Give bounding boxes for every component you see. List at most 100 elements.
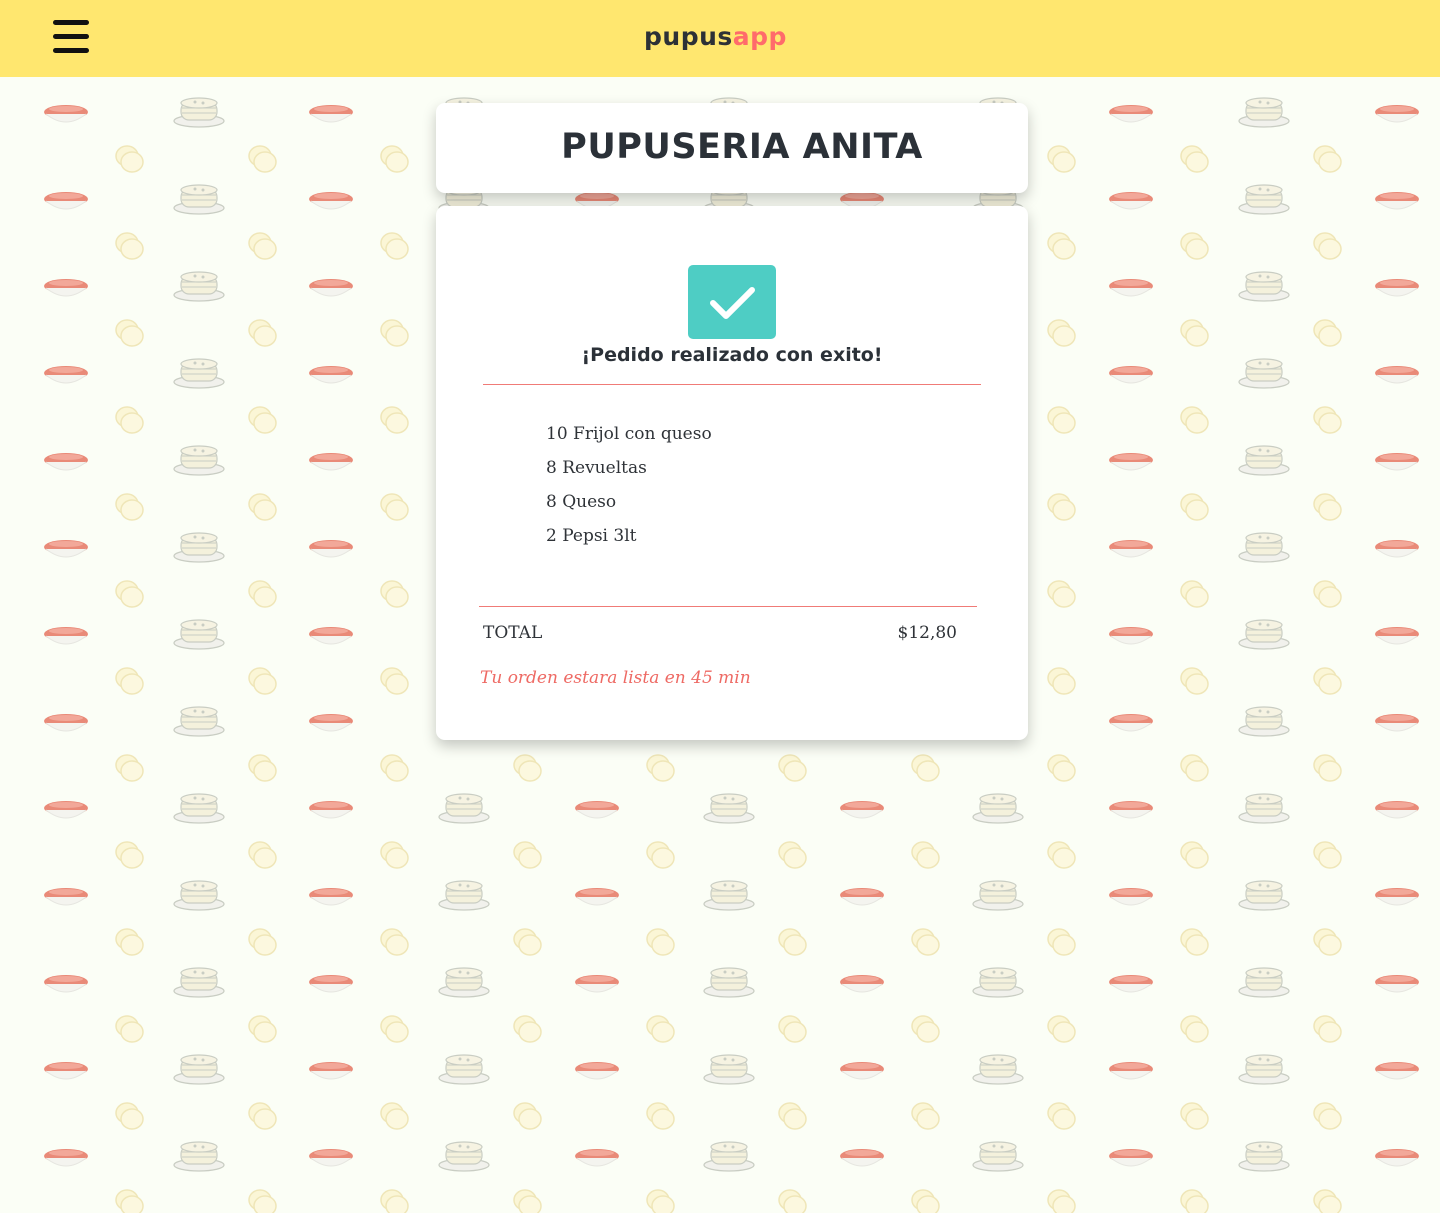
- pupusa-coin-icon: [1310, 838, 1344, 872]
- restaurant-name: PUPUSERIA ANITA: [561, 127, 923, 167]
- pupusa-coin-icon: [377, 1099, 411, 1133]
- soup-bowl-icon: [1107, 187, 1155, 211]
- soup-bowl-icon: [1107, 274, 1155, 298]
- pupusa-coin-icon: [377, 1012, 411, 1046]
- soup-bowl-icon: [42, 622, 90, 646]
- pupusa-plate-icon: [1238, 181, 1290, 215]
- soup-bowl-icon: [1107, 970, 1155, 994]
- soup-bowl-icon: [42, 970, 90, 994]
- pupusa-coin-icon: [377, 1186, 411, 1213]
- pupusa-coin-icon: [510, 925, 544, 959]
- soup-bowl-icon: [1107, 709, 1155, 733]
- list-item: 2 Pepsi 3lt: [546, 526, 637, 546]
- pupusa-coin-icon: [775, 1186, 809, 1213]
- soup-bowl-icon: [307, 883, 355, 907]
- soup-bowl-icon: [1373, 970, 1421, 994]
- soup-bowl-icon: [307, 448, 355, 472]
- pupusa-coin-icon: [1177, 142, 1211, 176]
- pupusa-coin-icon: [377, 577, 411, 611]
- pupusa-coin-icon: [510, 1012, 544, 1046]
- soup-bowl-icon: [1107, 361, 1155, 385]
- pupusa-plate-icon: [173, 790, 225, 824]
- pupusa-plate-icon: [972, 1051, 1024, 1085]
- soup-bowl-icon: [42, 796, 90, 820]
- soup-bowl-icon: [1107, 1144, 1155, 1168]
- divider: [483, 384, 981, 385]
- pupusa-coin-icon: [1044, 1012, 1078, 1046]
- pupusa-coin-icon: [510, 838, 544, 872]
- pupusa-coin-icon: [112, 838, 146, 872]
- pupusa-coin-icon: [112, 1186, 146, 1213]
- pupusa-coin-icon: [1177, 751, 1211, 785]
- pupusa-coin-icon: [1177, 1099, 1211, 1133]
- total-value: $12,80: [897, 623, 957, 643]
- pupusa-coin-icon: [1177, 316, 1211, 350]
- app-header: pupusapp: [0, 0, 1440, 77]
- pupusa-coin-icon: [245, 577, 279, 611]
- soup-bowl-icon: [1373, 883, 1421, 907]
- pupusa-coin-icon: [1177, 925, 1211, 959]
- pupusa-coin-icon: [1044, 577, 1078, 611]
- pupusa-coin-icon: [643, 1186, 677, 1213]
- soup-bowl-icon: [1373, 100, 1421, 124]
- pupusa-coin-icon: [1310, 403, 1344, 437]
- order-success-message: ¡Pedido realizado con exito!: [581, 344, 883, 366]
- pupusa-coin-icon: [1310, 316, 1344, 350]
- pupusa-coin-icon: [643, 838, 677, 872]
- pupusa-plate-icon: [438, 1051, 490, 1085]
- pupusa-coin-icon: [1044, 490, 1078, 524]
- pupusa-coin-icon: [245, 229, 279, 263]
- pupusa-coin-icon: [775, 751, 809, 785]
- soup-bowl-icon: [1107, 622, 1155, 646]
- pupusa-coin-icon: [1310, 925, 1344, 959]
- pupusa-coin-icon: [1177, 1012, 1211, 1046]
- soup-bowl-icon: [573, 1144, 621, 1168]
- soup-bowl-icon: [307, 970, 355, 994]
- pupusa-plate-icon: [1238, 616, 1290, 650]
- pupusa-coin-icon: [377, 664, 411, 698]
- pupusa-coin-icon: [245, 403, 279, 437]
- pupusa-plate-icon: [1238, 268, 1290, 302]
- pupusa-coin-icon: [112, 1012, 146, 1046]
- pupusa-plate-icon: [1238, 964, 1290, 998]
- soup-bowl-icon: [1373, 709, 1421, 733]
- pupusa-coin-icon: [908, 751, 942, 785]
- pupusa-plate-icon: [703, 1138, 755, 1172]
- soup-bowl-icon: [838, 796, 886, 820]
- pupusa-plate-icon: [173, 94, 225, 128]
- pupusa-coin-icon: [510, 751, 544, 785]
- pupusa-coin-icon: [1177, 838, 1211, 872]
- pupusa-coin-icon: [1310, 664, 1344, 698]
- pupusa-plate-icon: [173, 703, 225, 737]
- soup-bowl-icon: [307, 187, 355, 211]
- list-item: 8 Revueltas: [546, 458, 647, 478]
- pupusa-plate-icon: [1238, 94, 1290, 128]
- soup-bowl-icon: [573, 1057, 621, 1081]
- pupusa-coin-icon: [1177, 490, 1211, 524]
- pupusa-coin-icon: [377, 316, 411, 350]
- soup-bowl-icon: [42, 535, 90, 559]
- soup-bowl-icon: [307, 1144, 355, 1168]
- soup-bowl-icon: [307, 622, 355, 646]
- soup-bowl-icon: [838, 1144, 886, 1168]
- pupusa-coin-icon: [1177, 229, 1211, 263]
- soup-bowl-icon: [1107, 1057, 1155, 1081]
- app-logo[interactable]: pupusapp: [644, 20, 787, 54]
- pupusa-coin-icon: [1044, 664, 1078, 698]
- soup-bowl-icon: [307, 361, 355, 385]
- pupusa-plate-icon: [972, 790, 1024, 824]
- pupusa-coin-icon: [245, 838, 279, 872]
- soup-bowl-icon: [1373, 361, 1421, 385]
- soup-bowl-icon: [1373, 187, 1421, 211]
- restaurant-title-card: PUPUSERIA ANITA: [436, 103, 1028, 193]
- soup-bowl-icon: [573, 796, 621, 820]
- pupusa-coin-icon: [245, 1099, 279, 1133]
- soup-bowl-icon: [42, 709, 90, 733]
- pupusa-coin-icon: [775, 925, 809, 959]
- pupusa-coin-icon: [1044, 1099, 1078, 1133]
- pupusa-coin-icon: [1044, 1186, 1078, 1213]
- soup-bowl-icon: [42, 187, 90, 211]
- soup-bowl-icon: [1373, 274, 1421, 298]
- pupusa-coin-icon: [908, 1099, 942, 1133]
- hamburger-menu-icon[interactable]: [53, 20, 89, 53]
